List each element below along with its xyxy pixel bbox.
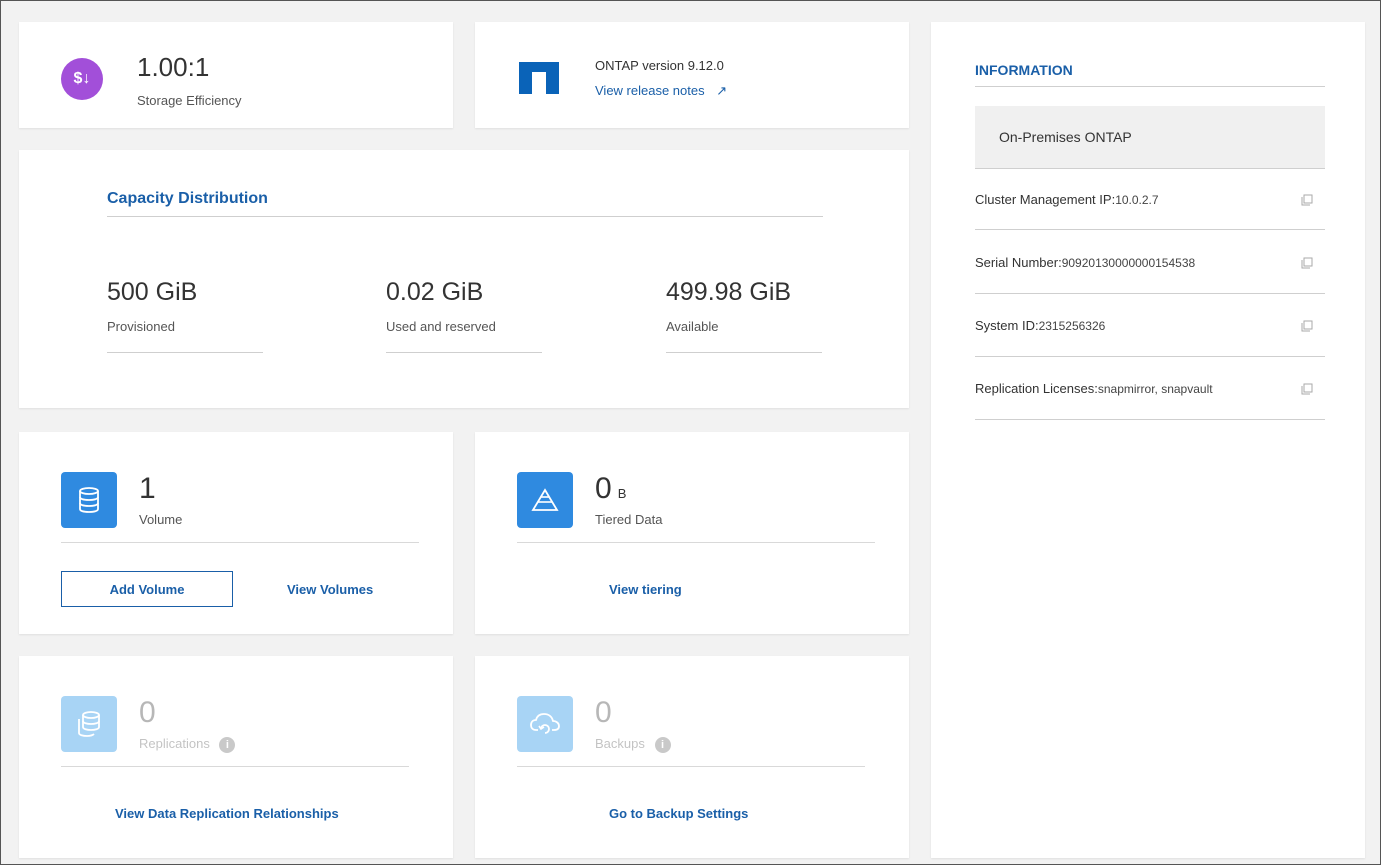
volume-card: 1 Volume Add Volume View Volumes — [19, 432, 453, 634]
netapp-logo-icon — [519, 62, 559, 94]
info-divider — [975, 419, 1325, 420]
replications-card: 0 Replications i View Data Replication R… — [19, 656, 453, 858]
tiering-triangle-icon — [517, 472, 573, 528]
backups-label-text: Backups — [595, 736, 645, 751]
replications-label: Replications i — [139, 736, 236, 753]
info-key: Serial Number: — [975, 255, 1062, 270]
tiered-data-count: 0B — [595, 472, 626, 506]
ontap-version-card: ONTAP version 9.12.0 View release notes … — [475, 22, 909, 128]
info-icon[interactable]: i — [654, 737, 671, 753]
capacity-label: Available — [666, 319, 719, 334]
info-icon[interactable]: i — [219, 737, 236, 753]
info-value: 2315256326 — [1038, 319, 1106, 333]
replication-database-glyph — [78, 711, 100, 737]
external-link-icon: ↗ — [716, 83, 728, 98]
information-panel: INFORMATION On-Premises ONTAP Cluster Ma… — [931, 22, 1365, 858]
info-key: System ID: — [975, 318, 1039, 333]
view-release-notes-link[interactable]: View release notes ↗ — [595, 83, 727, 99]
backups-divider — [517, 766, 865, 767]
replication-database-icon — [61, 696, 117, 752]
info-value: snapmirror, snapvault — [1097, 382, 1213, 396]
tiered-data-value: 0 — [595, 472, 612, 505]
tiered-data-unit: B — [617, 486, 627, 501]
capacity-divider — [107, 216, 823, 217]
database-icon — [61, 472, 117, 528]
capacity-value: 500 GiB — [107, 278, 198, 306]
capacity-provisioned: 500 GiB Provisioned — [107, 278, 307, 353]
capacity-value: 499.98 GiB — [666, 278, 792, 306]
capacity-underline — [666, 352, 822, 353]
cluster-management-ip-row: Cluster Management IP:10.0.2.7 — [975, 192, 1325, 207]
info-divider — [975, 229, 1325, 230]
capacity-underline — [386, 352, 542, 353]
serial-number-row: Serial Number:909201300000001545​38 — [975, 255, 1325, 270]
info-divider — [975, 168, 1325, 169]
add-volume-button[interactable]: Add Volume — [61, 571, 233, 607]
replication-licenses-row: Replication Licenses:snapmirror, snapvau… — [975, 381, 1325, 396]
volume-count: 1 — [139, 472, 156, 505]
tiering-triangle-glyph — [531, 488, 559, 511]
capacity-label: Used and reserved — [386, 319, 496, 334]
dashboard: $↓ 1.00:1 Storage Efficiency ONTAP versi… — [0, 0, 1381, 865]
capacity-value: 0.02 GiB — [386, 278, 484, 306]
replications-count: 0 — [139, 696, 156, 729]
backups-count: 0 — [595, 696, 612, 729]
tiered-data-card: 0B Tiered Data View tiering — [475, 432, 909, 634]
capacity-used: 0.02 GiB Used and reserved — [386, 278, 586, 353]
view-volumes-link[interactable]: View Volumes — [287, 582, 373, 597]
capacity-title: Capacity Distribution — [107, 190, 268, 207]
info-key: Cluster Management IP: — [975, 192, 1116, 207]
capacity-distribution-card: Capacity Distribution 500 GiB Provisione… — [19, 150, 909, 408]
copy-icon[interactable] — [1301, 194, 1313, 206]
replications-divider — [61, 766, 409, 767]
capacity-underline — [107, 352, 263, 353]
tiered-divider — [517, 542, 875, 543]
dollar-down-icon: $↓ — [61, 58, 103, 100]
info-divider — [975, 293, 1325, 294]
cloud-backup-icon — [517, 696, 573, 752]
capacity-available: 499.98 GiB Available — [666, 278, 866, 353]
replications-label-text: Replications — [139, 736, 210, 751]
copy-icon[interactable] — [1301, 383, 1313, 395]
release-notes-label: View release notes — [595, 83, 705, 98]
info-value: 10.0.2.7 — [1115, 193, 1159, 207]
system-id-row: System ID:2315256326 — [975, 318, 1325, 333]
copy-icon[interactable] — [1301, 257, 1313, 269]
cloud-backup-glyph — [530, 713, 560, 734]
info-divider — [975, 356, 1325, 357]
system-type: On-Premises ONTAP — [975, 106, 1325, 168]
storage-efficiency-card: $↓ 1.00:1 Storage Efficiency — [19, 22, 453, 128]
volume-divider — [61, 542, 419, 543]
info-value: 909201300000001545​38 — [1061, 256, 1196, 270]
storage-efficiency-label: Storage Efficiency — [137, 93, 242, 108]
info-key: Replication Licenses: — [975, 381, 1098, 396]
info-divider — [975, 86, 1325, 87]
backups-card: 0 Backups i Go to Backup Settings — [475, 656, 909, 858]
information-title: INFORMATION — [975, 62, 1073, 78]
backups-label: Backups i — [595, 736, 671, 753]
storage-efficiency-value: 1.00:1 — [137, 52, 210, 82]
go-to-backup-settings-link[interactable]: Go to Backup Settings — [609, 806, 748, 821]
view-data-replication-relationships-link[interactable]: View Data Replication Relationships — [115, 806, 339, 821]
copy-icon[interactable] — [1301, 320, 1313, 332]
ontap-version-label: ONTAP version 9.12.0 — [595, 58, 724, 73]
capacity-label: Provisioned — [107, 319, 175, 334]
volume-label: Volume — [139, 512, 183, 527]
tiered-data-label: Tiered Data — [595, 512, 663, 527]
view-tiering-link[interactable]: View tiering — [609, 582, 682, 597]
database-icon-glyph — [79, 487, 99, 513]
